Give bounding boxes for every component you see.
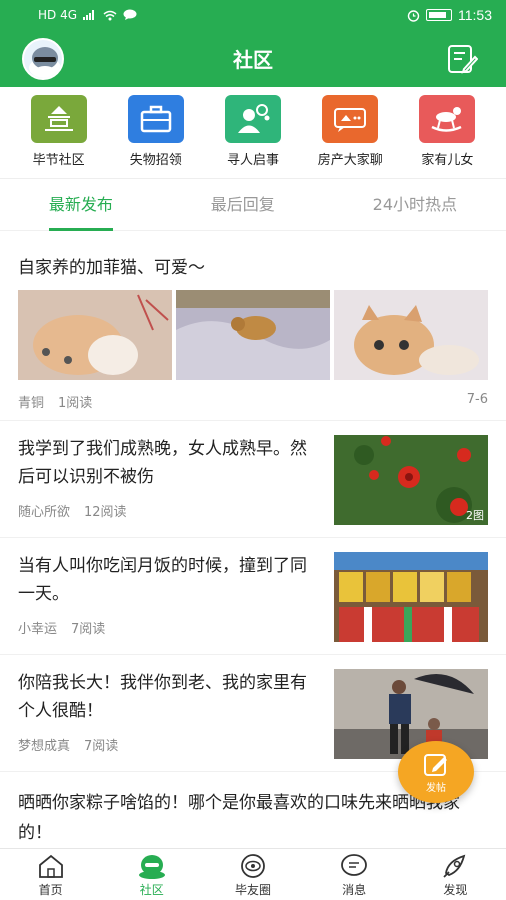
house-chat-icon [322, 95, 379, 143]
post-author: 随心所欲 [18, 505, 71, 520]
post-reads: 7阅读 [71, 622, 106, 637]
post-title: 晒晒你家粽子啥馅的！哪个是你最喜欢的口味先来晒晒我家的！ [18, 793, 460, 843]
father-child-umbrella-photo [334, 669, 488, 759]
briefcase-icon [127, 95, 184, 143]
rocket-icon [443, 854, 466, 878]
list-item[interactable]: 自家养的加菲猫、可爱～ 青铜 1阅读 7-6 [0, 231, 506, 421]
list-item[interactable]: 当有人叫你吃闰月饭的时候，撞到了同一天。 小幸运 7阅读 [0, 538, 506, 655]
network-indicator: HD 4G [38, 8, 78, 22]
category-lost-found[interactable]: 失物招领 [107, 95, 204, 178]
post-meta: 梦想成真 7阅读 [18, 735, 322, 754]
market-shelves-photo [334, 552, 488, 642]
list-item[interactable]: 我学到了我们成熟晚，女人成熟早。然后可以识别不被伤 随心所欲 12阅读 2图 [0, 421, 506, 538]
post-title: 当有人叫你吃闰月饭的时候，撞到了同一天。 [18, 556, 307, 604]
category-family-kids[interactable]: 家有儿女 [399, 95, 496, 178]
eye-circle-icon [241, 854, 265, 878]
cat-photo-1[interactable] [18, 290, 172, 380]
nav-bi-friends[interactable]: 毕友圈 [213, 849, 293, 900]
message-icon [341, 854, 368, 876]
clock: 11:53 [458, 7, 492, 23]
cat-photo-2[interactable] [176, 290, 330, 380]
top-bar: HD 4G 11:53 社区 [0, 0, 506, 87]
community-icon [30, 95, 87, 143]
feed-tabs: 最新发布 最后回复 24小时热点 [0, 179, 506, 231]
rocking-horse-icon [419, 95, 476, 143]
post-title: 你陪我长大！我伴你到老、我的家里有个人很酷！ [18, 673, 307, 721]
nav-home[interactable]: 首页 [11, 849, 91, 900]
wifi-icon [103, 10, 117, 20]
post-author: 梦想成真 [18, 739, 71, 754]
cat-photo-3[interactable] [334, 290, 488, 380]
tab-24h-hot[interactable]: 24小时热点 [373, 179, 457, 231]
edit-note-icon[interactable] [444, 42, 478, 76]
post-images [18, 290, 488, 380]
app-root: HD 4G 11:53 社区 毕节社区 失物招领 寻人启事 房产大家聊 家有儿女… [0, 0, 506, 900]
category-label: 家有儿女 [421, 153, 474, 168]
post-title: 我学到了我们成熟晚，女人成熟早。然后可以识别不被伤 [18, 439, 307, 487]
category-label: 寻人启事 [227, 153, 280, 168]
bottom-nav: 首页 社区 毕友圈 消息 发现 [0, 848, 506, 900]
post-author: 小幸运 [18, 622, 58, 637]
nav-label: 毕友圈 [234, 883, 271, 897]
page-title: 社区 [233, 48, 273, 72]
signal-icon [83, 10, 95, 20]
post-thumbnail[interactable] [334, 669, 488, 759]
post-meta: 随心所欲 12阅读 [18, 501, 322, 520]
category-label: 失物招领 [129, 153, 182, 168]
chat-bubble-icon [123, 9, 137, 20]
category-missing-person[interactable]: 寻人启事 [204, 95, 301, 178]
header: 社区 [0, 30, 506, 87]
nav-label: 首页 [38, 883, 63, 897]
post-date: 7-6 [466, 392, 488, 407]
community-mascot-icon [138, 855, 165, 879]
post-reads: 7阅读 [84, 739, 119, 754]
person-search-icon [225, 95, 281, 143]
red-flowers-photo [334, 435, 488, 525]
battery-icon [426, 9, 452, 21]
nav-label: 消息 [342, 883, 367, 897]
post-thumbnail[interactable] [334, 552, 488, 642]
post-title: 自家养的加菲猫、可爱～ [18, 258, 205, 278]
new-post-button[interactable]: 发帖 [398, 741, 474, 803]
nav-label: 发现 [443, 883, 468, 897]
category-label: 房产大家聊 [317, 153, 383, 168]
avatar[interactable] [22, 38, 64, 80]
home-icon [38, 854, 63, 878]
post-thumbnail[interactable]: 2图 [334, 435, 488, 525]
post-reads: 1阅读 [58, 396, 93, 411]
tab-latest[interactable]: 最新发布 [48, 179, 113, 231]
status-bar: HD 4G 11:53 [0, 0, 506, 30]
image-count-badge: 2图 [466, 509, 484, 522]
post-reads: 12阅读 [84, 505, 127, 520]
category-real-estate-chat[interactable]: 房产大家聊 [302, 95, 399, 178]
tab-last-reply[interactable]: 最后回复 [211, 179, 275, 231]
nav-community[interactable]: 社区 [112, 849, 192, 900]
nav-messages[interactable]: 消息 [314, 849, 394, 900]
post-meta: 青铜 1阅读 7-6 [18, 392, 488, 411]
pencil-icon [424, 753, 447, 776]
new-post-label: 发帖 [426, 782, 446, 794]
alarm-icon [407, 9, 420, 22]
nav-label: 社区 [139, 883, 164, 897]
nav-discover[interactable]: 发现 [415, 849, 495, 900]
category-bijie-community[interactable]: 毕节社区 [10, 95, 107, 178]
category-row: 毕节社区 失物招领 寻人启事 房产大家聊 家有儿女 [0, 87, 506, 179]
post-author: 青铜 [18, 396, 45, 411]
category-label: 毕节社区 [32, 153, 85, 168]
post-meta: 小幸运 7阅读 [18, 618, 322, 637]
